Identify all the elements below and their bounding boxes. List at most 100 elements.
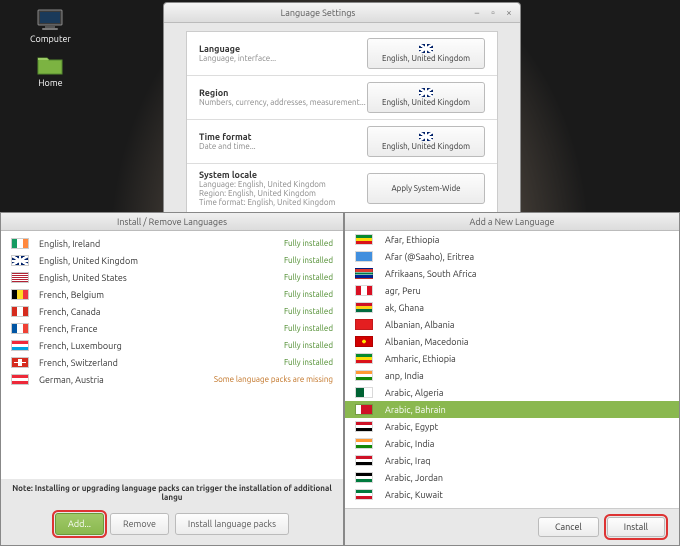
list-item[interactable]: anp, India: [345, 367, 679, 384]
desktop-icon-home[interactable]: Home: [30, 52, 71, 88]
list-item[interactable]: French, BelgiumFully installed: [1, 286, 343, 303]
close-icon[interactable]: ×: [504, 8, 514, 18]
list-item[interactable]: English, United KingdomFully installed: [1, 252, 343, 269]
uk-flag-icon: [419, 44, 433, 53]
language-name: English, Ireland: [39, 239, 284, 249]
install-note: Note: Installing or upgrading language p…: [1, 479, 343, 507]
desktop-icon-computer[interactable]: Computer: [30, 8, 71, 44]
row-subtitle: Numbers, currency, addresses, measuremen…: [199, 98, 367, 107]
button-row: Cancel Install: [345, 508, 679, 545]
language-name: French, Switzerland: [39, 358, 284, 368]
window-title: Language Settings: [164, 8, 472, 18]
list-item[interactable]: Arabic, Algeria: [345, 384, 679, 401]
install-status: Fully installed: [284, 341, 333, 350]
list-item[interactable]: Arabic, Egypt: [345, 418, 679, 435]
list-item[interactable]: French, FranceFully installed: [1, 320, 343, 337]
list-item[interactable]: Arabic, Iraq: [345, 452, 679, 469]
language-name: Afrikaans, South Africa: [385, 269, 477, 279]
titlebar[interactable]: Language Settings − ▫ ×: [164, 3, 520, 23]
locale-line: Time format: English, United Kingdom: [199, 198, 367, 207]
install-status: Fully installed: [284, 239, 333, 248]
language-name: French, Luxembourg: [39, 341, 284, 351]
language-name: Arabic, India: [385, 439, 434, 449]
install-remove-window: Install / Remove Languages English, Irel…: [0, 212, 344, 546]
row-systemlocale: System locale Language: English, United …: [187, 164, 497, 214]
language-name: French, Belgium: [39, 290, 284, 300]
list-item[interactable]: Albanian, Macedonia: [345, 333, 679, 350]
install-status: Fully installed: [284, 256, 333, 265]
region-select-button[interactable]: English, United Kingdom: [367, 82, 485, 113]
list-item[interactable]: Arabic, Jordan: [345, 469, 679, 486]
button-label: English, United Kingdom: [382, 54, 470, 63]
list-item[interactable]: agr, Peru: [345, 282, 679, 299]
row-title: Time format: [199, 132, 367, 142]
list-item[interactable]: French, LuxembourgFully installed: [1, 337, 343, 354]
list-item[interactable]: German, AustriaSome language packs are m…: [1, 371, 343, 388]
folder-home-icon: [35, 52, 65, 76]
language-name: French, Canada: [39, 307, 284, 317]
button-label: English, United Kingdom: [382, 98, 470, 107]
language-name: Arabic, Bahrain: [385, 405, 446, 415]
uk-flag-icon: [419, 132, 433, 141]
desktop-icon-label: Home: [30, 78, 71, 88]
remove-button[interactable]: Remove: [110, 513, 169, 535]
add-language-window: Add a New Language Afar, Ethiopia Afar (@…: [344, 212, 680, 546]
language-name: Afar, Ethiopia: [385, 235, 439, 245]
minimize-icon[interactable]: −: [472, 8, 482, 18]
available-languages-list[interactable]: Afar, Ethiopia Afar (@Saaho), Eritrea Afri…: [345, 231, 679, 508]
language-name: agr, Peru: [385, 286, 421, 296]
row-title: System locale: [199, 170, 367, 180]
desktop-icon-label: Computer: [30, 34, 71, 44]
language-name: Arabic, Egypt: [385, 422, 438, 432]
locale-line: Language: English, United Kingdom: [199, 180, 367, 189]
language-name: French, France: [39, 324, 284, 334]
computer-icon: [35, 8, 65, 32]
list-item[interactable]: ak, Ghana: [345, 299, 679, 316]
language-name: Arabic, Kuwait: [385, 490, 443, 500]
add-button[interactable]: Add...: [55, 513, 104, 535]
language-name: anp, India: [385, 371, 424, 381]
language-name: Arabic, Algeria: [385, 388, 443, 398]
language-name: ak, Ghana: [385, 303, 424, 313]
list-item[interactable]: French, SwitzerlandFully installed: [1, 354, 343, 371]
timeformat-select-button[interactable]: English, United Kingdom: [367, 126, 485, 157]
row-title: Region: [199, 88, 367, 98]
row-title: Language: [199, 44, 367, 54]
row-subtitle: Language, interface...: [199, 54, 367, 63]
list-item[interactable]: Arabic, India: [345, 435, 679, 452]
install-packs-button[interactable]: Install language packs: [175, 513, 289, 535]
install-button[interactable]: Install: [607, 517, 665, 537]
locale-line: Region: English, United Kingdom: [199, 189, 367, 198]
list-item[interactable]: French, CanadaFully installed: [1, 303, 343, 320]
install-status: Fully installed: [284, 307, 333, 316]
list-item[interactable]: Afrikaans, South Africa: [345, 265, 679, 282]
list-item[interactable]: Afar (@Saaho), Eritrea: [345, 248, 679, 265]
apply-systemwide-button[interactable]: Apply System-Wide: [367, 173, 485, 204]
list-item[interactable]: Amharic, Ethiopia: [345, 350, 679, 367]
language-name: German, Austria: [39, 375, 214, 385]
language-name: Afar (@Saaho), Eritrea: [385, 252, 474, 262]
list-item[interactable]: Arabic, Kuwait: [345, 486, 679, 503]
list-item[interactable]: Arabic, Bahrain: [345, 401, 679, 418]
language-name: Albanian, Macedonia: [385, 337, 469, 347]
install-status: Some language packs are missing: [214, 375, 333, 384]
button-row: Add... Remove Install language packs: [1, 507, 343, 545]
maximize-icon[interactable]: ▫: [488, 8, 498, 18]
language-name: Arabic, Iraq: [385, 456, 431, 466]
button-label: English, United Kingdom: [382, 142, 470, 151]
install-status: Fully installed: [284, 273, 333, 282]
language-name: Amharic, Ethiopia: [385, 354, 456, 364]
language-select-button[interactable]: English, United Kingdom: [367, 38, 485, 69]
installed-languages-list[interactable]: English, IrelandFully installedEnglish, …: [1, 231, 343, 479]
language-name: Arabic, Jordan: [385, 473, 443, 483]
install-status: Fully installed: [284, 290, 333, 299]
install-status: Fully installed: [284, 324, 333, 333]
row-language: Language Language, interface... English,…: [187, 32, 497, 76]
list-item[interactable]: Albanian, Albania: [345, 316, 679, 333]
list-item[interactable]: Afar, Ethiopia: [345, 231, 679, 248]
window-title: Install / Remove Languages: [1, 213, 343, 231]
window-title: Add a New Language: [345, 213, 679, 231]
list-item[interactable]: English, United StatesFully installed: [1, 269, 343, 286]
list-item[interactable]: English, IrelandFully installed: [1, 235, 343, 252]
cancel-button[interactable]: Cancel: [538, 517, 599, 537]
